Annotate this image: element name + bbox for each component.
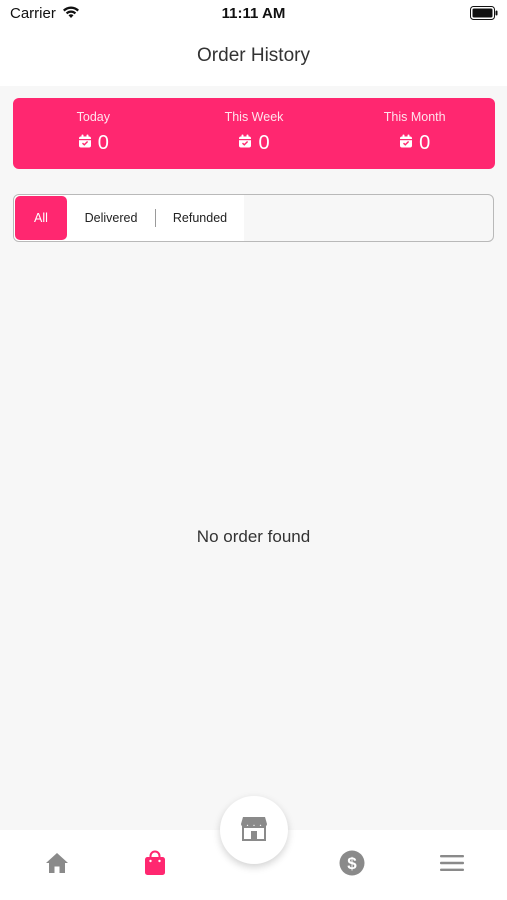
stat-value: 0 [97, 132, 109, 154]
empty-state-message: No order found [196, 527, 311, 546]
stat-this-week: This Week 0 [174, 98, 335, 169]
status-time: 11:11 AM [221, 5, 286, 22]
stat-label: This Week [224, 110, 284, 124]
stat-today: Today 0 [13, 98, 174, 169]
stat-label: Today [76, 110, 111, 124]
dollar-icon: $ [339, 850, 365, 881]
status-bar: Carrier 11:11 AM [0, 0, 507, 28]
nav-orders[interactable] [140, 850, 170, 880]
nav-earnings[interactable]: $ [337, 850, 367, 880]
calendar-icon [399, 134, 413, 153]
order-stats-card: Today 0 This Week 0 This Month 0 [13, 98, 495, 169]
store-icon [240, 815, 268, 846]
filter-tab-group: All Delivered Refunded [14, 195, 244, 241]
svg-text:$: $ [347, 854, 357, 873]
nav-menu[interactable] [437, 850, 467, 880]
calendar-icon [78, 134, 92, 153]
stat-value: 0 [419, 132, 431, 154]
menu-icon [439, 853, 465, 878]
stat-this-month: This Month 0 [334, 98, 495, 169]
header: Order History [0, 28, 507, 86]
shopping-bag-icon [144, 850, 166, 881]
nav-home[interactable] [42, 850, 72, 880]
tab-delivered[interactable]: Delivered [67, 195, 155, 241]
stat-value: 0 [258, 132, 270, 154]
order-filter-bar: All Delivered Refunded [13, 194, 494, 242]
page-title: Order History [197, 45, 310, 66]
stat-label: This Month [383, 110, 446, 124]
tab-refunded[interactable]: Refunded [156, 195, 244, 241]
calendar-icon [238, 134, 252, 153]
store-fab-button[interactable] [220, 796, 288, 864]
home-icon [45, 852, 69, 879]
tab-all[interactable]: All [15, 196, 67, 240]
battery-icon [470, 6, 498, 25]
